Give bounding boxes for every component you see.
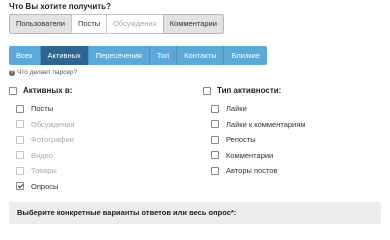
parser-help-text: Что делает парсер?: [17, 69, 78, 76]
reposts-checkbox[interactable]: [211, 135, 219, 144]
poll-options-panel: Выберите конкретные варианты ответов или…: [9, 202, 381, 224]
segment-users-button[interactable]: Пользователи: [9, 14, 72, 34]
post-authors-label: Авторы постов: [226, 166, 278, 176]
activity-type-list: Лайки Лайки к комментариям Репосты Комме…: [211, 101, 305, 179]
posts-checkbox[interactable]: [16, 104, 24, 113]
tab-active[interactable]: Активных: [40, 46, 89, 65]
photos-label: Фотографии: [31, 135, 74, 145]
segment-comments-button[interactable]: Комментарии: [162, 14, 224, 34]
tab-intersections[interactable]: Пересечения: [88, 46, 150, 65]
mode-tabs: Всех Активных Пересечения Топ Контакты Б…: [9, 46, 267, 65]
poll-options-heading: Выберите конкретные варианты ответов или…: [17, 208, 237, 217]
parser-help-link[interactable]: ? Что делает парсер?: [9, 69, 77, 76]
list-item: Видео: [16, 148, 75, 164]
list-item[interactable]: Лайки: [211, 101, 305, 117]
video-checkbox: [16, 151, 24, 160]
list-item: Товары: [16, 163, 75, 179]
segment-discussions-button[interactable]: Обсуждения: [106, 14, 164, 34]
activity-type-title: Тип активности:: [217, 86, 282, 95]
active-in-select-all-checkbox[interactable]: [9, 86, 17, 95]
list-item: Обсуждения: [16, 117, 75, 133]
segment-posts-button[interactable]: Посты: [70, 14, 108, 34]
list-item[interactable]: Посты: [16, 101, 75, 117]
list-item[interactable]: Лайки к комментариям: [211, 117, 305, 133]
active-in-list: Посты Обсуждения Фотографии Видео Товары…: [16, 101, 75, 194]
goods-checkbox: [16, 166, 24, 175]
comments-checkbox[interactable]: [211, 151, 219, 160]
comment-likes-checkbox[interactable]: [211, 120, 219, 129]
polls-checkbox[interactable]: [16, 182, 24, 191]
active-in-header: Активных в:: [9, 86, 72, 95]
likes-checkbox[interactable]: [211, 104, 219, 113]
discussions-label: Обсуждения: [31, 119, 75, 129]
active-in-title: Активных в:: [23, 86, 73, 95]
list-item[interactable]: Репосты: [211, 132, 305, 148]
list-item[interactable]: Опросы: [16, 179, 75, 195]
question-circle-icon: ?: [9, 69, 15, 76]
video-label: Видео: [31, 150, 53, 160]
polls-label: Опросы: [31, 181, 59, 191]
discussions-checkbox: [16, 120, 24, 129]
target-type-selector: Пользователи Посты Обсуждения Комментари…: [9, 14, 224, 34]
post-authors-checkbox[interactable]: [211, 166, 219, 175]
list-item: Фотографии: [16, 132, 75, 148]
likes-label: Лайки: [226, 104, 247, 114]
activity-type-header: Тип активности:: [203, 86, 281, 95]
photos-checkbox: [16, 135, 24, 144]
comments-label: Комментарии: [226, 150, 274, 160]
goods-label: Товары: [31, 166, 57, 176]
tab-top[interactable]: Топ: [149, 46, 178, 65]
tab-close[interactable]: Близкие: [224, 46, 267, 65]
comment-likes-label: Лайки к комментариям: [226, 119, 306, 129]
reposts-label: Репосты: [226, 135, 256, 145]
list-item[interactable]: Комментарии: [211, 148, 305, 164]
tab-all[interactable]: Всех: [9, 46, 41, 65]
posts-label: Посты: [31, 104, 54, 114]
tab-contacts[interactable]: Контакты: [177, 46, 225, 65]
question-title: Что Вы хотите получить?: [9, 2, 111, 11]
activity-type-select-all-checkbox[interactable]: [203, 86, 211, 95]
list-item[interactable]: Авторы постов: [211, 163, 305, 179]
